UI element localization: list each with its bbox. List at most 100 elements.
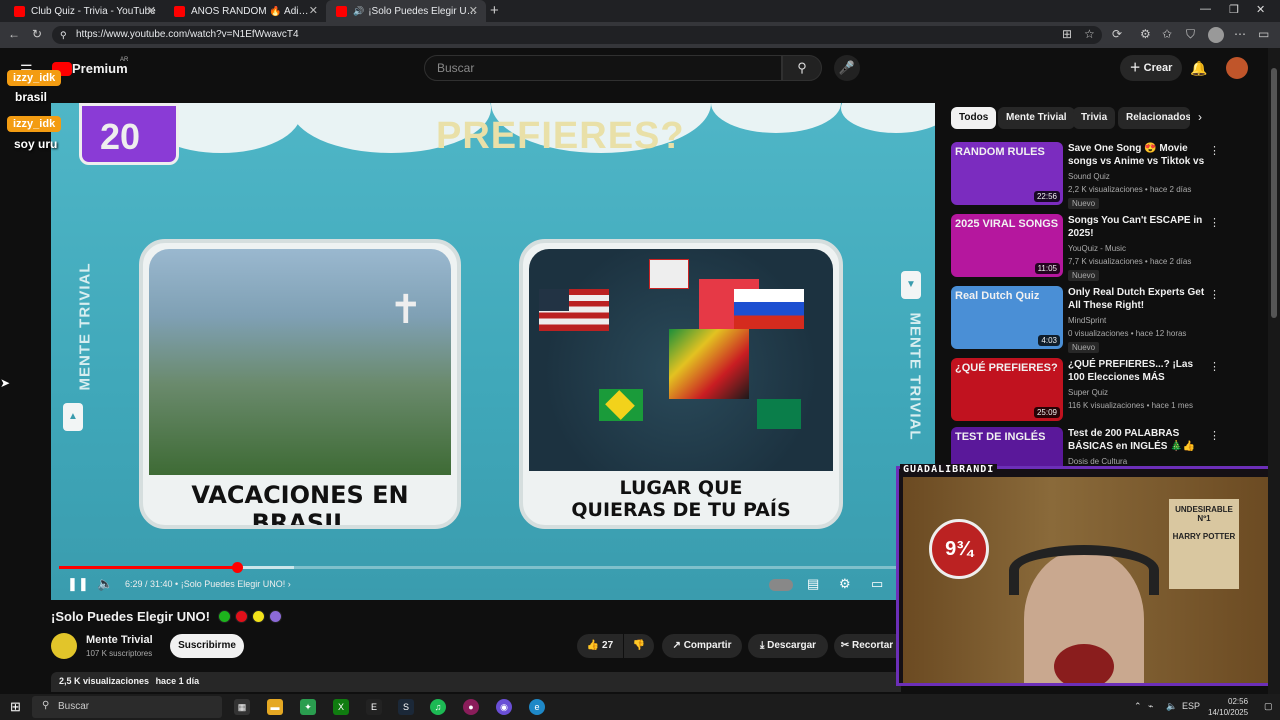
video-player[interactable]: 20 PREFIERES? MENTE TRIVIAL MENTE TRIVIA… [51, 103, 935, 600]
related-title[interactable]: Save One Song 😍 Movie songs vs Anime vs … [1068, 142, 1208, 168]
chip-todos[interactable]: Todos [951, 107, 997, 129]
dislike-button[interactable]: 👎 [624, 634, 654, 658]
create-button[interactable]: ＋ Crear [1120, 55, 1182, 81]
chip-relacionados[interactable]: Relacionados [1118, 107, 1190, 129]
related-video-item[interactable]: Real Dutch Quiz 4:03 Only Real Dutch Exper… [951, 286, 1220, 354]
more-options-icon[interactable]: ⋮ [1209, 288, 1220, 301]
related-title[interactable]: Test de 200 PALABRAS BÁSICAS en INGLÉS 🎄… [1068, 427, 1208, 453]
mic-icon: 🎤 [838, 60, 856, 75]
task-view-icon[interactable]: ▦ [234, 699, 250, 715]
voice-search-button[interactable]: 🎤 [834, 55, 860, 81]
related-channel[interactable]: Sound Quiz [1068, 172, 1110, 181]
subscribe-button[interactable]: Suscribirme [170, 634, 244, 658]
profile-avatar[interactable] [1208, 27, 1224, 43]
pause-icon[interactable]: ❚❚ [67, 576, 89, 592]
chevron-right-icon[interactable]: › [1198, 110, 1202, 124]
description-box[interactable]: 2,5 K visualizaciones hace 1 día [51, 672, 901, 692]
related-thumbnail[interactable]: ¿QUÉ PREFIERES? 25:09 [951, 358, 1063, 421]
epic-games-icon[interactable]: E [366, 699, 382, 715]
network-icon[interactable]: ⌁ [1148, 701, 1153, 712]
chip-mente-trivial[interactable]: Mente Trivial [998, 107, 1075, 129]
more-options-icon[interactable]: ⋮ [1209, 429, 1220, 442]
xbox-icon[interactable]: X [333, 699, 349, 715]
related-video-item[interactable]: ¿QUÉ PREFIERES? 25:09 ¿QUÉ PREFIERES...? ¡… [951, 358, 1220, 426]
related-channel[interactable]: Dosis de Cultura [1068, 457, 1127, 466]
user-avatar[interactable] [1226, 57, 1248, 79]
speaker-icon[interactable]: 🔊 [353, 6, 364, 17]
sidebar-icon[interactable]: ▭ [1258, 27, 1269, 41]
settings-gear-icon[interactable]: ⚙ [839, 576, 851, 592]
taskbar-clock[interactable]: 02:56 14/10/2025 [1208, 696, 1248, 718]
close-tab-icon[interactable]: ✕ [147, 4, 156, 17]
side-label-left: MENTE TRIVIAL [76, 262, 94, 391]
address-bar[interactable]: ⚲ https://www.youtube.com/watch?v=N1EfWw… [52, 26, 1102, 44]
favorites-icon[interactable]: ✩ [1162, 27, 1172, 41]
file-explorer-icon[interactable]: ▬ [267, 699, 283, 715]
download-button[interactable]: ⤓ Descargar [748, 634, 828, 658]
progress-bar[interactable] [59, 562, 929, 573]
back-icon[interactable]: ← [8, 27, 20, 41]
app-install-icon[interactable]: ⊞ [1062, 27, 1072, 41]
extension-icon[interactable]: ⚙ [1140, 27, 1151, 41]
tray-chevron-icon[interactable]: ⌃ [1134, 701, 1142, 712]
chip-trivia[interactable]: Trivia [1073, 107, 1116, 129]
volume-tray-icon[interactable]: 🔈 [1166, 701, 1177, 712]
spotify-icon[interactable]: ♫ [430, 699, 446, 715]
share-button[interactable]: ↗ Compartir [662, 634, 742, 658]
edge-browser-icon[interactable]: e [529, 699, 545, 715]
page-scrollbar[interactable] [1268, 48, 1280, 694]
shield-icon[interactable]: ⛉ [1186, 27, 1195, 42]
steam-icon[interactable]: S [398, 699, 414, 715]
site-info-icon[interactable]: ⚲ [60, 26, 67, 44]
like-button[interactable]: 👍 27 [577, 634, 623, 658]
favorite-star-icon[interactable]: ☆ [1084, 27, 1095, 41]
scrollbar-thumb[interactable] [1271, 68, 1277, 318]
related-title[interactable]: Only Real Dutch Experts Get All These Ri… [1068, 286, 1208, 312]
more-options-icon[interactable]: ⋮ [1209, 144, 1220, 157]
time-display[interactable]: 6:29 / 31:40 • ¡Solo Puedes Elegir UNO! … [125, 579, 291, 589]
related-thumbnail[interactable]: RANDOM RULES 22:56 [951, 142, 1063, 205]
close-window-icon[interactable]: ✕ [1256, 3, 1265, 16]
app-green-icon[interactable]: ✦ [300, 699, 316, 715]
more-options-icon[interactable]: ⋮ [1209, 360, 1220, 373]
related-thumbnail[interactable]: Real Dutch Quiz 4:03 [951, 286, 1063, 349]
reload-icon[interactable]: ↻ [32, 27, 42, 41]
discord-icon[interactable]: ◉ [496, 699, 512, 715]
theater-mode-icon[interactable]: ▭ [871, 576, 883, 592]
related-video-item[interactable]: RANDOM RULES 22:56 Save One Song 😍 Movie s… [951, 142, 1220, 210]
related-title[interactable]: ¿QUÉ PREFIERES...? ¡Las 100 Elecciones M… [1068, 358, 1208, 384]
scrubber-handle[interactable] [232, 562, 244, 573]
notifications-bell-icon[interactable]: 🔔 [1190, 60, 1207, 77]
related-channel[interactable]: Super Quiz [1068, 388, 1108, 397]
notifications-icon[interactable]: ▢ [1264, 701, 1273, 712]
related-video-item[interactable]: 2025 VIRAL SONGS 11:05 Songs You Can't ESC… [951, 214, 1220, 282]
volume-icon[interactable]: 🔈 [97, 576, 113, 592]
logo-label[interactable]: Premium [72, 61, 128, 76]
new-tab-icon[interactable]: + [490, 2, 499, 19]
windows-start-icon[interactable]: ⊞ [10, 699, 21, 715]
close-tab-icon[interactable]: ✕ [309, 4, 318, 17]
obs-icon[interactable]: ● [463, 699, 479, 715]
more-options-icon[interactable]: ⋮ [1209, 216, 1220, 229]
channel-avatar[interactable] [51, 633, 77, 659]
taskbar-search[interactable]: Buscar [32, 696, 222, 718]
language-indicator[interactable]: ESP [1182, 701, 1200, 711]
related-channel[interactable]: YouQuiz - Music [1068, 244, 1126, 253]
clip-button[interactable]: ✂ Recortar [834, 634, 900, 658]
related-channel[interactable]: MindSprint [1068, 316, 1106, 325]
related-thumbnail[interactable]: 2025 VIRAL SONGS 11:05 [951, 214, 1063, 277]
autoplay-toggle[interactable] [769, 579, 793, 591]
browser-tab-2[interactable]: AÑOS RANDOM 🔥 Adivina 100 ✕ [164, 0, 326, 22]
channel-name[interactable]: Mente Trivial [86, 634, 153, 646]
search-button[interactable]: ⚲ [782, 55, 822, 81]
refresh-sync-icon[interactable]: ⟳ [1112, 27, 1122, 41]
search-input[interactable]: Buscar [424, 55, 782, 81]
related-title[interactable]: Songs You Can't ESCAPE in 2025! [1068, 214, 1208, 240]
more-menu-icon[interactable]: ⋯ [1234, 27, 1246, 41]
close-tab-icon[interactable]: ✕ [469, 4, 478, 17]
browser-tab-1[interactable]: Club Quiz - Trivia - YouTube ✕ [4, 0, 164, 22]
browser-tab-3-active[interactable]: 🔊 ¡Solo Puedes Elegir UNO! 🟢 ✕ [326, 0, 486, 22]
subtitles-icon[interactable]: ▤ [807, 576, 819, 592]
minimize-icon[interactable]: — [1200, 3, 1211, 15]
restore-icon[interactable]: ❐ [1229, 3, 1239, 16]
